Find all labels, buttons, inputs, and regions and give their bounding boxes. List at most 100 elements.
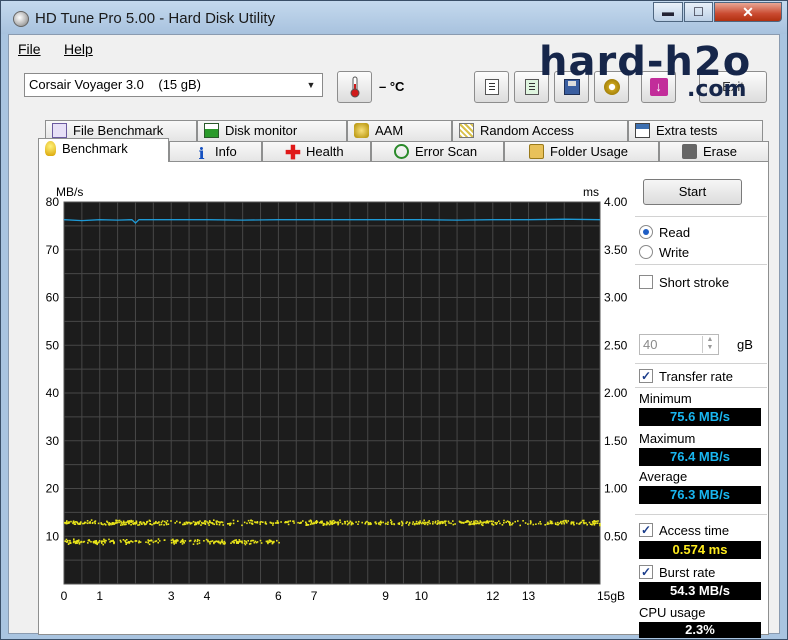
access-time-point (315, 521, 317, 523)
access-time-point (125, 539, 128, 541)
access-time-point (170, 520, 172, 522)
short-stroke-checkbox[interactable] (639, 275, 653, 289)
minimize-button[interactable]: ▬ (653, 2, 683, 22)
y-tick-left-label: 50 (46, 338, 60, 352)
access-time-point (165, 522, 168, 524)
exit-button[interactable]: Exit (699, 71, 767, 103)
tab-benchmark[interactable]: Benchmark (38, 138, 169, 162)
spin-arrows-icon[interactable]: ▲ ▼ (702, 336, 717, 353)
access-time-point (272, 524, 274, 526)
access-time-point (374, 521, 377, 523)
access-time-point (138, 521, 141, 524)
access-time-point (232, 522, 235, 525)
burst-rate-checkbox[interactable]: ✓ (639, 565, 653, 579)
access-time-point (450, 522, 452, 525)
x-tick-label: 4 (204, 589, 211, 603)
access-time-point (267, 540, 269, 542)
title-bar[interactable]: HD Tune Pro 5.00 - Hard Disk Utility ▬ ☐… (1, 1, 787, 34)
access-time-point (326, 522, 328, 525)
tab-label: Disk monitor (225, 123, 298, 138)
access-time-point (426, 523, 429, 526)
access-time-point (137, 524, 139, 526)
access-time-point (104, 541, 106, 544)
save-button[interactable] (554, 71, 589, 103)
maximize-button[interactable]: ☐ (684, 2, 713, 22)
access-time-checkbox[interactable]: ✓ (639, 523, 653, 537)
menu-bar: File Help (9, 35, 779, 61)
access-time-point (585, 522, 587, 524)
write-label: Write (659, 245, 690, 260)
access-time-point (337, 523, 339, 526)
access-time-point (176, 520, 178, 523)
copy-screenshot-button[interactable] (514, 71, 549, 103)
tab-folder-usage[interactable]: Folder Usage (504, 141, 659, 162)
access-time-point (251, 539, 253, 542)
access-time-point (213, 542, 215, 545)
short-stroke-unit: gB (737, 337, 753, 352)
tab-aam[interactable]: AAM (347, 120, 452, 141)
access-time-point (183, 542, 185, 544)
access-time-point (207, 540, 209, 543)
access-time-point (503, 522, 505, 524)
access-time-point (268, 539, 271, 541)
transfer-rate-checkbox[interactable]: ✓ (639, 369, 653, 383)
y-tick-left-label: 80 (46, 195, 60, 209)
access-time-point (154, 522, 157, 524)
folder-usage-icon (529, 144, 544, 159)
access-time-point (157, 541, 159, 544)
drive-select[interactable]: Corsair Voyager 3.0 (15 gB) ▼ (24, 73, 323, 97)
separator (635, 514, 767, 515)
menu-file-label: File (18, 41, 41, 57)
tab-erase[interactable]: Erase (659, 141, 769, 162)
access-time-point (138, 524, 141, 526)
start-button[interactable]: Start (643, 179, 742, 205)
window-title: HD Tune Pro 5.00 - Hard Disk Utility (35, 10, 276, 27)
download-icon: ↓ (649, 78, 668, 96)
download-button[interactable]: ↓ (641, 71, 676, 103)
tab-disk-monitor[interactable]: Disk monitor (197, 120, 347, 141)
access-time-point (104, 524, 107, 526)
write-radio[interactable] (639, 245, 653, 259)
short-stroke-stepper[interactable]: 40 ▲ ▼ (639, 334, 719, 355)
access-time-point (519, 524, 521, 527)
access-time-point (401, 521, 404, 524)
access-time-point (414, 522, 416, 525)
access-time-point (208, 524, 210, 526)
options-button[interactable] (594, 71, 629, 103)
access-time-point (512, 522, 514, 525)
access-time-point (116, 521, 119, 524)
menu-file[interactable]: File (18, 41, 41, 57)
access-time-point (339, 519, 341, 521)
access-time-point (547, 521, 549, 524)
temperature-button[interactable] (337, 71, 372, 103)
tab-error-scan[interactable]: Error Scan (371, 141, 504, 162)
menu-help[interactable]: Help (64, 41, 93, 57)
access-time-point (265, 523, 268, 525)
access-time-point (425, 522, 427, 524)
access-time-point (218, 523, 221, 526)
tab-health[interactable]: ✚ Health (262, 141, 371, 163)
read-radio[interactable] (639, 225, 653, 239)
access-time-point (432, 521, 434, 523)
average-value: 76.3 MB/s (639, 486, 761, 504)
access-time-point (135, 540, 138, 542)
access-time-point (494, 522, 497, 524)
close-button[interactable]: ✕ (714, 2, 782, 22)
access-time-point (259, 521, 261, 524)
access-time-point (140, 522, 143, 525)
access-time-point (530, 521, 532, 524)
access-time-point (560, 520, 562, 523)
access-time-point (173, 543, 175, 545)
copy-info-button[interactable] (474, 71, 509, 103)
access-time-point (229, 522, 232, 525)
access-time-point (334, 521, 336, 524)
access-time-point (480, 523, 483, 526)
access-time-point (88, 540, 91, 542)
tab-extra-tests[interactable]: Extra tests (628, 120, 763, 141)
access-time-point (120, 520, 122, 523)
tab-info[interactable]: i Info (169, 141, 262, 162)
access-time-point (196, 543, 199, 545)
access-time-point (460, 522, 463, 524)
tab-random-access[interactable]: Random Access (452, 120, 628, 141)
access-time-point (419, 520, 421, 522)
